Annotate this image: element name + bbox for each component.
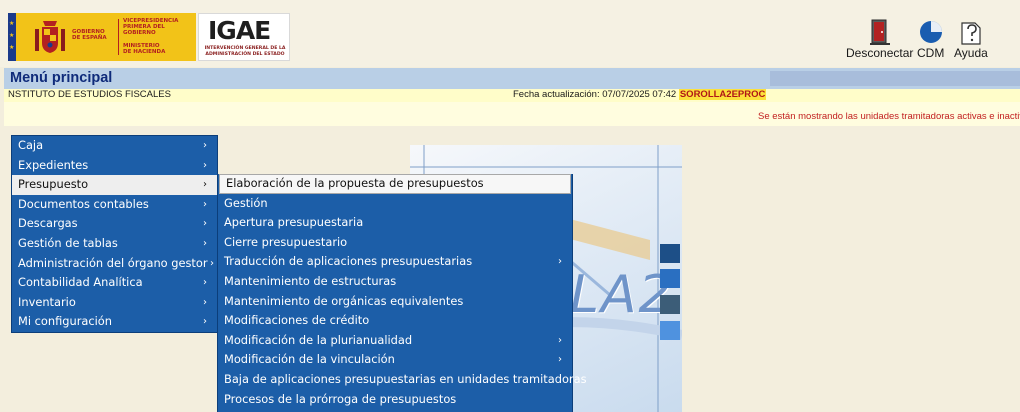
desconectar-label: Desconectar [846,46,914,60]
logo-divider [118,19,119,55]
menu-item-label: Descargas [18,216,78,231]
submenu-item-label: Procesos de la prórroga de presupuestos [224,391,457,406]
submenu-item-modificacion-vinculacion[interactable]: Modificación de la vinculación › [218,350,572,370]
submenu-item-label: Modificaciones de crédito [224,313,370,328]
menu-item-label: Administración del órgano gestor [18,255,208,270]
cdm-button[interactable]: CDM [917,19,944,60]
menu-item-inventario[interactable]: Inventario › [12,293,217,313]
art-square [660,295,680,314]
submenu-item-baja-aplicaciones[interactable]: Baja de aplicaciones presupuestarias en … [218,370,587,390]
menu-item-documentos-contables[interactable]: Documentos contables › [12,195,217,215]
submenu-item-label: Modificación de la vinculación [224,352,395,367]
menu-item-label: Mi configuración [18,314,112,329]
chevron-right-icon: › [203,277,207,289]
submenu-item-label: Gestión [224,195,268,210]
submenu-item-label: Elaboración de la propuesta de presupues… [226,176,484,190]
eu-flag-icon: ★ ★ ★ [8,13,16,61]
art-square [660,244,680,263]
ayuda-button[interactable]: Ayuda [954,19,988,60]
submenu-item-traduccion-aplicaciones[interactable]: Traducción de aplicaciones presupuestari… [218,252,572,272]
submenu-item-gestion[interactable]: Gestión [218,194,572,214]
notice-text: Se están mostrando las unidades tramitad… [758,111,1020,122]
chevron-right-icon: › [203,140,207,151]
menu-item-contabilidad-analitica[interactable]: Contabilidad Analítica › [12,273,217,293]
chevron-right-icon: › [558,256,562,268]
chevron-right-icon: › [203,159,207,171]
main-menu: Caja › Expedientes › Presupuesto › Docum… [11,135,218,333]
header: ★ ★ ★ GOBIERNO DE ESPAÑA VICEPRESIDENCIA… [0,0,1020,67]
submenu-item-label: Baja de aplicaciones presupuestarias en … [224,371,587,386]
igae-subtitle-line1: INTERVENCIÓN GENERAL DE LA [204,46,286,51]
menu-item-label: Gestión de tablas [18,235,118,250]
chevron-right-icon: › [558,334,562,346]
menu-item-mi-configuracion[interactable]: Mi configuración › [12,312,217,332]
page-title: Menú principal [10,70,113,86]
submenu-item-label: Apertura presupuestaria [224,215,364,230]
submenu-item-apertura-presupuestaria[interactable]: Apertura presupuestaria [218,213,572,233]
info-bar: NSTITUTO DE ESTUDIOS FISCALES Fecha actu… [4,89,1020,102]
menu-item-expedientes[interactable]: Expedientes › [12,156,217,176]
art-square [660,321,680,340]
exit-door-icon [869,19,890,45]
menu-item-label: Presupuesto [18,177,89,192]
chevron-right-icon: › [203,316,207,328]
menu-item-label: Caja [18,138,44,152]
menu-item-descargas[interactable]: Descargas › [12,214,217,234]
submenu-item-label: Modificación de la plurianualidad [224,332,413,347]
menu-item-presupuesto[interactable]: Presupuesto › [12,175,217,195]
menu-item-caja[interactable]: Caja › [12,136,217,156]
menu-item-label: Documentos contables [18,196,149,211]
chevron-right-icon: › [203,198,207,210]
chevron-right-icon: › [203,296,207,308]
pie-chart-icon [919,21,942,43]
menu-item-gestion-de-tablas[interactable]: Gestión de tablas › [12,234,217,254]
submenu-item-mantenimiento-organicas[interactable]: Mantenimiento de orgánicas equivalentes [218,292,572,312]
presupuesto-submenu: Elaboración de la propuesta de presupues… [217,174,587,412]
sorolla-logo-text: LA2 [570,265,674,325]
ministerio-line2: DE HACIENDA [123,49,166,55]
desconectar-button[interactable]: Desconectar [846,19,913,60]
gobierno-line2: DE ESPAÑA [72,35,107,41]
ayuda-label: Ayuda [954,46,988,60]
chevron-right-icon: › [210,257,214,269]
submenu-item-label: Traducción de aplicaciones presupuestari… [224,254,473,269]
gobierno-espana-logo: ★ ★ ★ GOBIERNO DE ESPAÑA VICEPRESIDENCIA… [8,13,196,61]
chevron-right-icon: › [203,179,207,191]
submenu-item-cierre-presupuestario[interactable]: Cierre presupuestario [218,233,572,253]
submenu-item-modificaciones-credito[interactable]: Modificaciones de crédito [218,311,572,331]
chevron-right-icon: › [558,354,562,366]
igae-subtitle-line2: ADMINISTRACIÓN DEL ESTADO [205,51,285,57]
art-square [660,269,680,288]
notice-bar: Se están mostrando las unidades tramitad… [4,102,1020,126]
help-document-icon [961,22,981,45]
menu-item-label: Inventario [18,294,76,309]
submenu-item-modificacion-plurianualidad[interactable]: Modificación de la plurianualidad › [218,331,572,351]
submenu-item-label: Mantenimiento de estructuras [224,273,397,288]
igae-logo: IGAE INTERVENCIÓN GENERAL DE LA ADMINIST… [198,13,290,61]
igae-mark: IGAE [208,16,271,45]
submenu-item-procesos-prorroga[interactable]: Procesos de la prórroga de presupuestos [218,390,572,410]
cdm-label: CDM [917,46,945,60]
menu-item-administracion-organo-gestor[interactable]: Administración del órgano gestor › [12,254,217,274]
app-name-badge: SOROLLA2EPROC [678,89,767,100]
update-date: Fecha actualización: 07/07/2025 07:42 SO… [513,89,767,100]
title-bar-panel [770,71,1020,86]
menu-item-label: Contabilidad Analítica [18,275,143,290]
vicepresidencia-line2: PRIMERA DEL GOBIERNO [123,24,165,36]
institution-name: NSTITUTO DE ESTUDIOS FISCALES [8,89,171,100]
menu-item-label: Expedientes [18,157,89,172]
update-date-label: Fecha actualización: 07/07/2025 07:42 [513,89,679,100]
igae-subtitle: INTERVENCIÓN GENERAL DE LA ADMINISTRACIÓ… [201,46,289,57]
submenu-item-label: Cierre presupuestario [224,234,348,249]
chevron-right-icon: › [203,218,207,230]
submenu-item-label: Mantenimiento de orgánicas equivalentes [224,293,464,308]
submenu-item-elaboracion-propuesta[interactable]: Elaboración de la propuesta de presupues… [219,174,571,194]
submenu-item-mantenimiento-estructuras[interactable]: Mantenimiento de estructuras [218,272,572,292]
title-bar: Menú principal [4,68,1020,89]
coat-of-arms-icon [35,21,65,53]
chevron-right-icon: › [203,237,207,249]
